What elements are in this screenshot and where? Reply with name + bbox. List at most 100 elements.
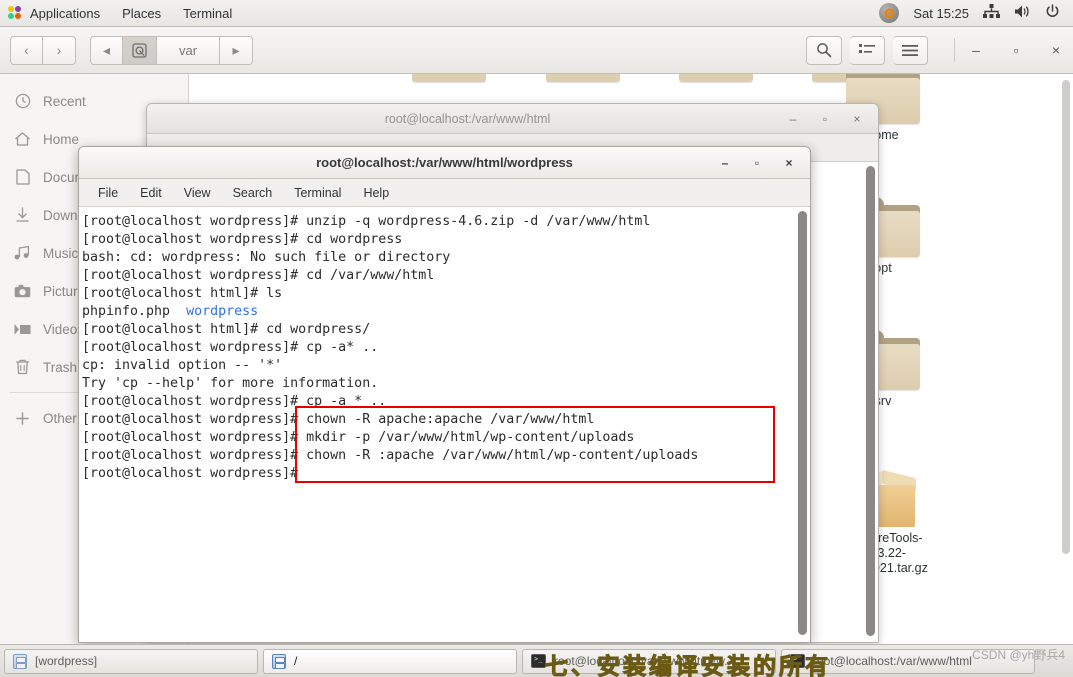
file-list-scrollbar[interactable] xyxy=(1062,80,1070,554)
applications-menu[interactable]: Applications xyxy=(0,0,111,27)
taskbar-item-label: [wordpress] xyxy=(35,654,98,668)
breadcrumb: ◂ var ▸ xyxy=(90,35,254,65)
volume-icon[interactable] xyxy=(1014,4,1031,22)
network-icon[interactable] xyxy=(983,4,1000,22)
video-icon xyxy=(14,321,31,338)
places-menu-label: Places xyxy=(122,5,162,21)
breadcrumb-current-label[interactable]: var xyxy=(166,43,210,58)
trash-icon xyxy=(14,359,31,376)
sidebar-item-label: Trash xyxy=(43,359,78,375)
terminal-line: [root@localhost wordpress]# chown -R :ap… xyxy=(82,448,699,463)
background-terminal-title-bar[interactable]: root@localhost:/var/www/html – ▫ × xyxy=(147,104,878,134)
disk-icon[interactable] xyxy=(123,35,157,65)
breadcrumb-next-button[interactable]: ▸ xyxy=(220,35,254,65)
fg-term-maximize-button[interactable]: ▫ xyxy=(752,156,762,170)
menu-view[interactable]: View xyxy=(175,183,220,203)
folder-icon xyxy=(679,74,753,82)
terminal-line: [root@localhost html]# ls xyxy=(82,286,283,301)
background-terminal-scrollbar[interactable] xyxy=(866,166,875,636)
power-icon[interactable] xyxy=(1045,4,1060,22)
terminal-line: bash: cd: wordpress: No such file or dir… xyxy=(82,250,451,265)
sidebar-item-label: Music xyxy=(43,245,79,261)
terminal-line-list: [root@localhost wordpress]# unzip -q wor… xyxy=(81,213,810,483)
applications-logo-icon xyxy=(8,5,23,21)
taskbar-item-label: / xyxy=(294,654,298,668)
background-terminal-window-controls: – ▫ × xyxy=(788,112,878,126)
taskbar: [wordpress] / >_ root@localhost:/var/www… xyxy=(0,644,1073,677)
terminal-line: [root@localhost wordpress]# unzip -q wor… xyxy=(82,214,651,229)
terminal-line: [root@localhost wordpress]# cp -a* .. xyxy=(82,340,379,355)
terminal-line: [root@localhost wordpress]# mkdir -p /va… xyxy=(82,430,635,445)
taskbar-item-root[interactable]: / xyxy=(263,648,517,674)
foreground-terminal-window-controls: – ▫ × xyxy=(720,156,810,170)
terminal-menu-bar: File Edit View Search Terminal Help xyxy=(79,179,810,207)
terminal-output[interactable]: [root@localhost wordpress]# unzip -q wor… xyxy=(79,207,810,642)
plus-icon xyxy=(14,410,31,427)
hamburger-menu-icon[interactable] xyxy=(893,35,928,65)
fg-term-minimize-button[interactable]: – xyxy=(720,156,730,170)
background-terminal-title: root@localhost:/var/www/html xyxy=(384,111,551,126)
desktop-screen: Applications Places Terminal ⚙ Sat 15:25… xyxy=(0,0,1073,677)
forward-button[interactable]: › xyxy=(43,35,76,65)
music-icon xyxy=(14,245,31,262)
document-icon xyxy=(14,169,31,186)
places-menu[interactable]: Places xyxy=(111,0,172,27)
sidebar-item-label: Recent xyxy=(43,93,86,109)
home-icon xyxy=(14,131,31,148)
search-icon[interactable] xyxy=(806,35,842,65)
taskbar-item-terminal-html[interactable]: >_ root@localhost:/var/www/html xyxy=(781,648,1035,674)
taskbar-item-wordpress[interactable]: [wordpress] xyxy=(4,648,258,674)
taskbar-item-label: root@localhost:/var/www/html xyxy=(813,654,972,668)
terminal-line: [root@localhost wordpress]# xyxy=(82,466,307,481)
clock-icon xyxy=(14,93,31,110)
foreground-terminal-title: root@localhost:/var/www/html/wordpress xyxy=(316,155,573,170)
foreground-terminal-title-bar[interactable]: root@localhost:/var/www/html/wordpress –… xyxy=(79,147,810,179)
file-manager-icon xyxy=(13,653,27,669)
breadcrumb-prev-button[interactable]: ◂ xyxy=(90,35,123,65)
taskbar-item-label: root@localhost:/var/www/html/w... xyxy=(554,654,735,668)
menu-search[interactable]: Search xyxy=(224,183,282,203)
fm-minimize-button[interactable]: – xyxy=(969,42,983,58)
fm-maximize-button[interactable]: ▫ xyxy=(1009,42,1023,58)
terminal-line: Try 'cp --help' for more information. xyxy=(82,376,379,391)
applications-menu-label: Applications xyxy=(30,5,101,21)
notification-icon[interactable]: ⚙ xyxy=(879,3,900,23)
file-item[interactable] xyxy=(395,74,503,82)
foreground-terminal-window[interactable]: root@localhost:/var/www/html/wordpress –… xyxy=(78,146,811,643)
terminal-scrollbar[interactable] xyxy=(798,211,807,635)
menu-terminal[interactable]: Terminal xyxy=(285,183,350,203)
header-actions: – ▫ × xyxy=(806,35,1063,65)
menu-help[interactable]: Help xyxy=(354,183,398,203)
terminal-line: [root@localhost wordpress]# cd /var/www/… xyxy=(82,268,435,283)
terminal-line-highlight: wordpress xyxy=(186,304,259,319)
fm-close-button[interactable]: × xyxy=(1049,42,1063,58)
terminal-line: phpinfo.php wordpress xyxy=(82,304,259,319)
gnome-top-bar: Applications Places Terminal ⚙ Sat 15:25 xyxy=(0,0,1073,27)
bg-term-minimize-button[interactable]: – xyxy=(788,112,798,126)
file-item[interactable] xyxy=(662,74,770,82)
file-item[interactable] xyxy=(529,74,637,82)
file-manager-header-bar: ‹ › ◂ var ▸ – ▫ × xyxy=(0,27,1073,74)
list-view-icon[interactable] xyxy=(850,35,885,65)
terminal-icon: >_ xyxy=(531,654,546,668)
navigation-buttons: ‹ › xyxy=(10,35,76,65)
terminal-line: cp: invalid option -- '*' xyxy=(82,358,283,373)
terminal-line: [root@localhost wordpress]# cp -a * .. xyxy=(82,394,387,409)
terminal-line: [root@localhost wordpress]# chown -R apa… xyxy=(82,412,595,427)
fg-term-close-button[interactable]: × xyxy=(784,156,794,170)
breadcrumb-current: var xyxy=(157,35,221,65)
download-icon xyxy=(14,207,31,224)
sidebar-item-label: Home xyxy=(43,131,80,147)
bg-term-close-button[interactable]: × xyxy=(852,112,862,126)
sidebar-item-label: Other xyxy=(43,410,77,426)
clock-label[interactable]: Sat 15:25 xyxy=(913,6,969,21)
terminal-line: [root@localhost html]# cd wordpress/ xyxy=(82,322,371,337)
back-button[interactable]: ‹ xyxy=(10,35,43,65)
menu-file[interactable]: File xyxy=(89,183,127,203)
terminal-menu[interactable]: Terminal xyxy=(172,0,243,27)
bg-term-maximize-button[interactable]: ▫ xyxy=(820,112,830,126)
file-manager-window-controls: – ▫ × xyxy=(954,38,1063,62)
file-manager-icon xyxy=(272,653,286,669)
taskbar-item-terminal-wordpress[interactable]: >_ root@localhost:/var/www/html/w... xyxy=(522,648,776,674)
menu-edit[interactable]: Edit xyxy=(131,183,171,203)
